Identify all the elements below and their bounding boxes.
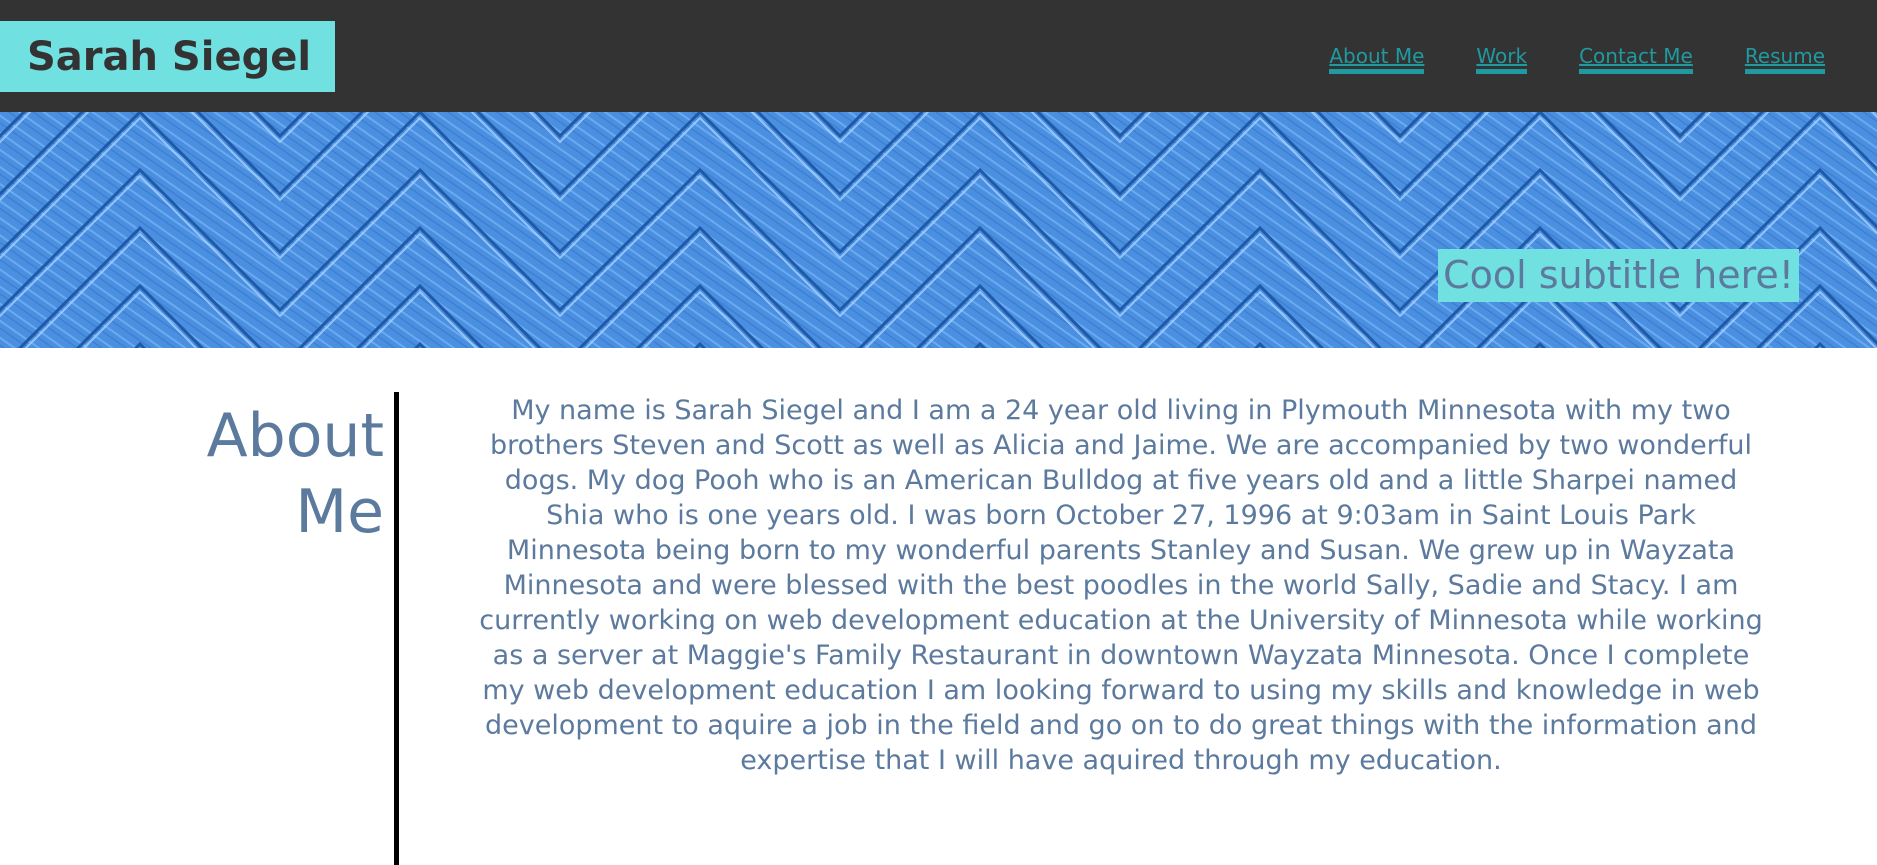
site-header: Sarah Siegel About Me Work Contact Me Re… [0, 0, 1877, 112]
site-brand[interactable]: Sarah Siegel [0, 21, 335, 92]
nav-link-resume[interactable]: Resume [1744, 44, 1825, 74]
main-nav: About Me Work Contact Me Resume [1277, 44, 1825, 74]
about-paragraph: My name is Sarah Siegel and I am a 24 ye… [479, 395, 1763, 776]
hero-banner: Cool subtitle here! [0, 112, 1877, 348]
nav-link-work[interactable]: Work [1476, 44, 1528, 74]
chevron-wood-background [0, 112, 1877, 348]
nav-link-about-me[interactable]: About Me [1329, 44, 1425, 74]
hero-subtitle: Cool subtitle here! [1438, 249, 1799, 302]
nav-link-contact-me[interactable]: Contact Me [1579, 44, 1693, 74]
vertical-divider [394, 392, 399, 865]
about-heading: About Me [206, 401, 384, 547]
